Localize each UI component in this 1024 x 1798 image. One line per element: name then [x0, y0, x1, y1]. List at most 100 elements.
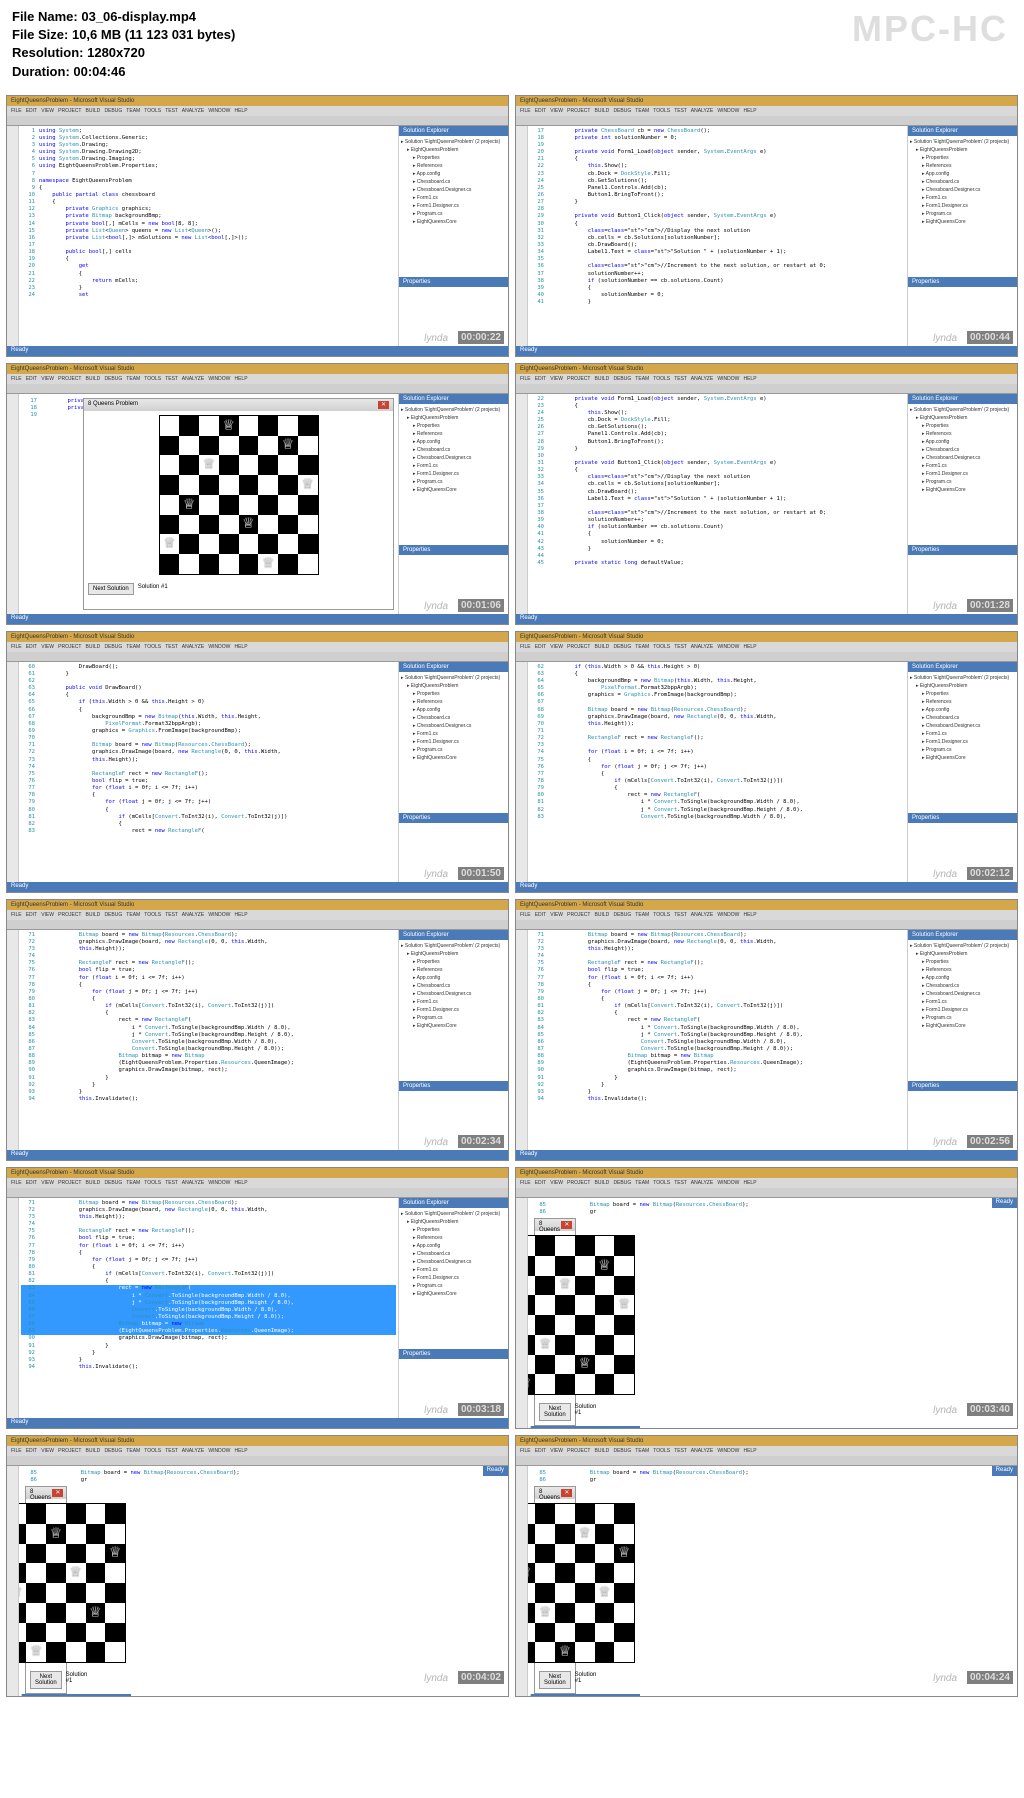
timestamp-label: 00:02:56 [967, 1135, 1013, 1148]
lynda-watermark: lynda [933, 601, 957, 612]
vs-editor[interactable]: 62 if (this.Width > 0 && this.Height > 0… [528, 662, 907, 882]
solution-explorer[interactable]: Solution Explorer▸ Solution 'EightQueens… [398, 394, 508, 614]
vs-toolbar[interactable] [516, 384, 1017, 394]
vs-titlebar: EightQueensProblem - Microsoft Visual St… [516, 900, 1017, 910]
next-solution-button[interactable]: Next Solution [539, 1671, 571, 1689]
solution-explorer[interactable]: Solution Explorer▸ Solution 'EightQueens… [398, 930, 508, 1150]
vs-statusbar: Ready [516, 346, 1017, 356]
vs-editor[interactable]: 17 private ChessBoard cb = new ChessBoar… [528, 126, 907, 346]
vs-titlebar: EightQueensProblem - Microsoft Visual St… [516, 1436, 1017, 1446]
timestamp-label: 00:01:06 [458, 599, 504, 612]
solution-explorer[interactable]: Solution Explorer▸ Solution 'EightQueens… [530, 1426, 640, 1428]
close-icon[interactable]: ✕ [561, 1221, 572, 1229]
vs-statusbar: Ready [516, 614, 1017, 624]
close-icon[interactable]: ✕ [561, 1489, 572, 1497]
solution-explorer[interactable]: Solution Explorer▸ Solution 'EightQueens… [907, 394, 1017, 614]
vs-toolbar[interactable] [7, 116, 508, 126]
vs-editor[interactable]: 71 Bitmap board = new Bitmap(Resources.C… [19, 1198, 398, 1418]
lynda-watermark: lynda [424, 601, 448, 612]
vs-left-gutter [516, 930, 528, 1150]
vs-editor[interactable]: 17 private ChessBoard cb = new ChessBoar… [19, 394, 398, 614]
thumbnail-grid: EightQueensProblem - Microsoft Visual St… [0, 89, 1024, 1703]
vs-menubar[interactable]: FILE EDIT VIEW PROJECT BUILD DEBUG TEAM … [7, 910, 508, 920]
lynda-watermark: lynda [424, 1673, 448, 1684]
video-thumbnail[interactable]: EightQueensProblem - Microsoft Visual St… [6, 95, 509, 357]
vs-toolbar[interactable] [7, 1456, 508, 1466]
vs-toolbar[interactable] [516, 116, 1017, 126]
vs-menubar[interactable]: FILE EDIT VIEW PROJECT BUILD DEBUG TEAM … [516, 1178, 1017, 1188]
vs-menubar[interactable]: FILE EDIT VIEW PROJECT BUILD DEBUG TEAM … [7, 106, 508, 116]
vs-toolbar[interactable] [516, 652, 1017, 662]
vs-menubar[interactable]: FILE EDIT VIEW PROJECT BUILD DEBUG TEAM … [7, 1178, 508, 1188]
vs-editor[interactable]: 60 DrawBoard();61 }6263 public void Draw… [19, 662, 398, 882]
close-icon[interactable]: ✕ [378, 401, 389, 409]
close-icon[interactable]: ✕ [52, 1489, 63, 1497]
timestamp-label: 00:03:18 [458, 1403, 504, 1416]
vs-editor[interactable]: 85 Bitmap board = new Bitmap(Resources.C… [528, 1198, 992, 1428]
vs-statusbar: Ready [992, 1466, 1017, 1476]
lynda-watermark: lynda [933, 869, 957, 880]
vs-menubar[interactable]: FILE EDIT VIEW PROJECT BUILD DEBUG TEAM … [7, 374, 508, 384]
solution-explorer[interactable]: Solution Explorer▸ Solution 'EightQueens… [398, 1198, 508, 1418]
solution-explorer[interactable]: Solution Explorer▸ Solution 'EightQueens… [398, 126, 508, 346]
solution-explorer[interactable]: Solution Explorer▸ Solution 'EightQueens… [21, 1694, 131, 1696]
solution-explorer[interactable]: Solution Explorer▸ Solution 'EightQueens… [398, 662, 508, 882]
vs-titlebar: EightQueensProblem - Microsoft Visual St… [516, 96, 1017, 106]
solution-explorer[interactable]: Solution Explorer▸ Solution 'EightQueens… [530, 1694, 640, 1696]
vs-toolbar[interactable] [7, 920, 508, 930]
solution-explorer[interactable]: Solution Explorer▸ Solution 'EightQueens… [907, 662, 1017, 882]
file-info-header: File Name: 03_06-display.mp4 File Size: … [0, 0, 1024, 89]
vs-menubar[interactable]: FILE EDIT VIEW PROJECT BUILD DEBUG TEAM … [516, 106, 1017, 116]
vs-toolbar[interactable] [516, 920, 1017, 930]
vs-menubar[interactable]: FILE EDIT VIEW PROJECT BUILD DEBUG TEAM … [516, 374, 1017, 384]
vs-left-gutter [516, 662, 528, 882]
vs-menubar[interactable]: FILE EDIT VIEW PROJECT BUILD DEBUG TEAM … [516, 642, 1017, 652]
vs-statusbar: Ready [7, 882, 508, 892]
next-solution-button[interactable]: Next Solution [88, 583, 134, 595]
video-thumbnail[interactable]: EightQueensProblem - Microsoft Visual St… [6, 631, 509, 893]
vs-toolbar[interactable] [516, 1188, 1017, 1198]
vs-editor[interactable]: 22 private void Form1_Load(object sender… [528, 394, 907, 614]
vs-menubar[interactable]: FILE EDIT VIEW PROJECT BUILD DEBUG TEAM … [7, 642, 508, 652]
vs-left-gutter [7, 1198, 19, 1418]
solution-explorer[interactable]: Solution Explorer▸ Solution 'EightQueens… [907, 126, 1017, 346]
video-thumbnail[interactable]: EightQueensProblem - Microsoft Visual St… [515, 1435, 1018, 1697]
form-titlebar[interactable]: 8 Queens Problem✕ [535, 1219, 575, 1231]
form-titlebar[interactable]: 8 Queens Problem✕ [535, 1487, 575, 1499]
vs-toolbar[interactable] [516, 1456, 1017, 1466]
vs-toolbar[interactable] [7, 384, 508, 394]
vs-statusbar: Ready [7, 1150, 508, 1160]
next-solution-button[interactable]: Next Solution [539, 1403, 571, 1421]
vs-editor[interactable]: 71 Bitmap board = new Bitmap(Resources.C… [528, 930, 907, 1150]
solution-explorer[interactable]: Solution Explorer▸ Solution 'EightQueens… [907, 930, 1017, 1150]
video-thumbnail[interactable]: EightQueensProblem - Microsoft Visual St… [6, 1167, 509, 1429]
video-thumbnail[interactable]: EightQueensProblem - Microsoft Visual St… [515, 95, 1018, 357]
duration-label: Duration: 00:04:46 [12, 63, 1012, 81]
vs-menubar[interactable]: FILE EDIT VIEW PROJECT BUILD DEBUG TEAM … [7, 1446, 508, 1456]
vs-toolbar[interactable] [7, 652, 508, 662]
form-titlebar[interactable]: 8 Queens Problem✕ [26, 1487, 66, 1499]
video-thumbnail[interactable]: EightQueensProblem - Microsoft Visual St… [515, 631, 1018, 893]
form-titlebar[interactable]: 8 Queens Problem✕ [84, 399, 393, 411]
vs-menubar[interactable]: FILE EDIT VIEW PROJECT BUILD DEBUG TEAM … [516, 1446, 1017, 1456]
vs-titlebar: EightQueensProblem - Microsoft Visual St… [516, 1168, 1017, 1178]
video-thumbnail[interactable]: EightQueensProblem - Microsoft Visual St… [515, 363, 1018, 625]
vs-toolbar[interactable] [7, 1188, 508, 1198]
video-thumbnail[interactable]: EightQueensProblem - Microsoft Visual St… [6, 1435, 509, 1697]
video-thumbnail[interactable]: EightQueensProblem - Microsoft Visual St… [6, 363, 509, 625]
video-thumbnail[interactable]: EightQueensProblem - Microsoft Visual St… [6, 899, 509, 1161]
lynda-watermark: lynda [424, 1137, 448, 1148]
video-thumbnail[interactable]: EightQueensProblem - Microsoft Visual St… [515, 899, 1018, 1161]
vs-editor[interactable]: 85 Bitmap board = new Bitmap(Resources.C… [19, 1466, 483, 1696]
vs-editor[interactable]: 71 Bitmap board = new Bitmap(Resources.C… [19, 930, 398, 1150]
vs-menubar[interactable]: FILE EDIT VIEW PROJECT BUILD DEBUG TEAM … [516, 910, 1017, 920]
solution-label: Solution #1 [138, 584, 168, 590]
vs-editor[interactable]: 85 Bitmap board = new Bitmap(Resources.C… [528, 1466, 992, 1696]
vs-titlebar: EightQueensProblem - Microsoft Visual St… [516, 364, 1017, 374]
next-solution-button[interactable]: Next Solution [30, 1671, 62, 1689]
timestamp-label: 00:04:02 [458, 1671, 504, 1684]
vs-left-gutter [7, 126, 19, 346]
vs-editor[interactable]: 1using System;2using System.Collections.… [19, 126, 398, 346]
lynda-watermark: lynda [933, 333, 957, 344]
video-thumbnail[interactable]: EightQueensProblem - Microsoft Visual St… [515, 1167, 1018, 1429]
